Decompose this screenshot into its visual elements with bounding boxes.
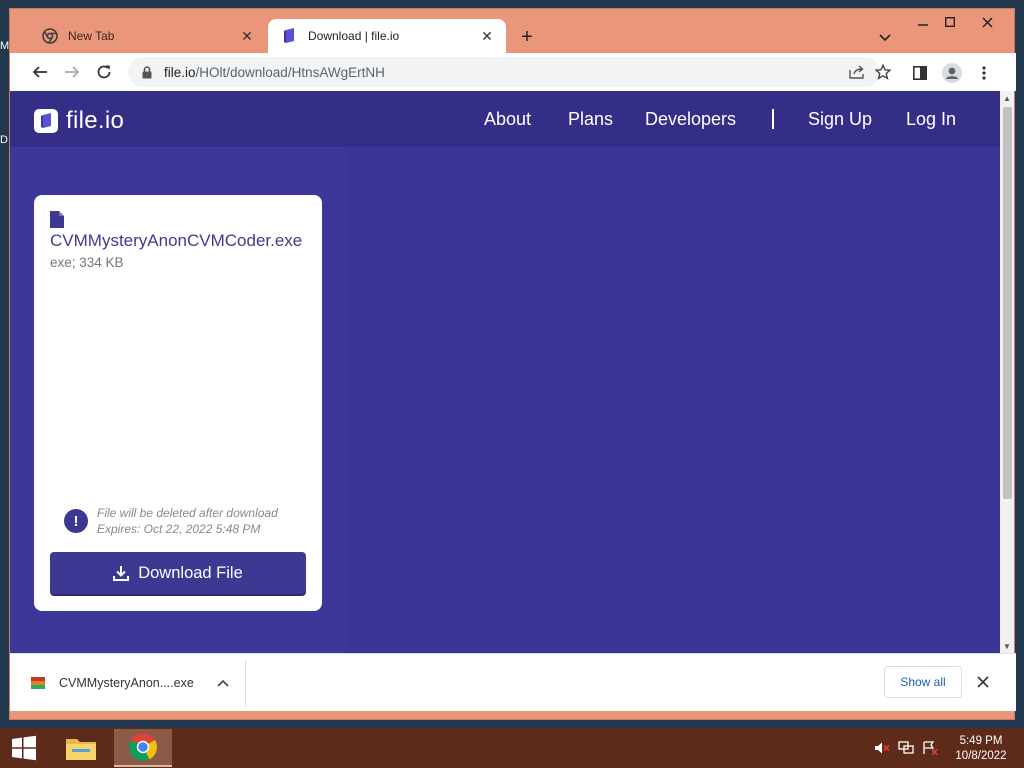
- url-host: file.io: [164, 64, 196, 80]
- exclamation-icon: !: [64, 509, 88, 533]
- forward-button[interactable]: [59, 59, 85, 85]
- nav-log-in[interactable]: Log In: [906, 109, 956, 130]
- clock-time: 5:49 PM: [959, 735, 1003, 747]
- close-icon[interactable]: ✕: [478, 27, 496, 45]
- folder-icon: [66, 739, 96, 760]
- tab-title: New Tab: [68, 29, 115, 43]
- volume-muted-icon[interactable]: [874, 740, 890, 756]
- url-path: /HOlt/download/HtnsAWgErtNH: [195, 64, 385, 80]
- share-icon[interactable]: [846, 61, 868, 83]
- exe-file-icon: [30, 675, 46, 691]
- page-viewport: file.io About Plans Developers Sign Up L…: [10, 91, 1000, 653]
- nav-developers-wrap: Developers: [645, 91, 736, 147]
- tab-title: Download | file.io: [308, 29, 400, 43]
- windows-logo-icon: [12, 735, 36, 761]
- clock-date: 10/8/2022: [955, 750, 1007, 762]
- notice-line-delete: File will be deleted after download: [97, 506, 278, 520]
- browser-window: New Tab ✕ Download | file.io ✕ + file.io…: [9, 8, 1016, 720]
- back-button[interactable]: [27, 59, 53, 85]
- more-menu-icon[interactable]: [972, 61, 996, 85]
- file-meta: exe; 334 KB: [50, 255, 124, 270]
- close-icon[interactable]: ✕: [238, 27, 256, 45]
- file-icon: [50, 211, 64, 228]
- url-text: file.io/HOlt/download/HtnsAWgErtNH: [164, 65, 385, 80]
- tab-search-chevron-icon[interactable]: [874, 27, 896, 49]
- nav-developers[interactable]: Developers: [645, 109, 736, 130]
- notice-text: File will be deleted after download Expi…: [97, 505, 278, 537]
- reload-button[interactable]: [91, 59, 117, 85]
- file-explorer-taskbar-button[interactable]: [52, 729, 110, 767]
- nav-log-in-wrap: Log In: [906, 91, 956, 147]
- nav-about-wrap: About: [484, 91, 531, 147]
- lock-icon[interactable]: [140, 65, 154, 79]
- file-io-favicon-icon: [282, 28, 298, 44]
- nav-sign-up[interactable]: Sign Up: [808, 109, 872, 130]
- file-card: CVMMysteryAnonCVMCoder.exe exe; 334 KB !…: [34, 195, 322, 611]
- nav-sign-up-wrap: Sign Up: [808, 91, 872, 147]
- action-center-flag-icon[interactable]: [922, 740, 938, 756]
- chrome-icon: [129, 733, 157, 761]
- nav-divider: [772, 109, 774, 129]
- network-icon[interactable]: [898, 740, 914, 756]
- desktop-edge-text: M: [0, 40, 10, 52]
- download-icon: [113, 565, 130, 581]
- expiry-notice: ! File will be deleted after download Ex…: [64, 505, 278, 537]
- chrome-taskbar-button[interactable]: [114, 729, 172, 767]
- tab-download-file-io[interactable]: Download | file.io ✕: [268, 19, 506, 53]
- scroll-down-arrow-icon[interactable]: ▼: [1003, 642, 1011, 651]
- chevron-up-icon[interactable]: [213, 673, 233, 693]
- site-header: file.io About Plans Developers Sign Up L…: [10, 91, 1000, 147]
- close-icon[interactable]: [972, 671, 994, 693]
- minimize-button[interactable]: [908, 11, 938, 33]
- scroll-thumb[interactable]: [1003, 107, 1012, 499]
- address-bar[interactable]: file.io/HOlt/download/HtnsAWgErtNH: [128, 57, 891, 87]
- file-name: CVMMysteryAnonCVMCoder.exe: [50, 231, 303, 250]
- browser-toolbar: file.io/HOlt/download/HtnsAWgErtNH: [10, 53, 1016, 91]
- notice-line-expires: Expires: Oct 22, 2022 5:48 PM: [97, 522, 261, 536]
- nav-plans[interactable]: Plans: [568, 109, 613, 130]
- side-panel-icon[interactable]: [908, 61, 932, 85]
- window-close-button[interactable]: [972, 11, 1002, 33]
- tab-strip: New Tab ✕ Download | file.io ✕ +: [10, 9, 1016, 55]
- scroll-up-arrow-icon[interactable]: ▲: [1003, 94, 1011, 103]
- show-all-button[interactable]: Show all: [884, 666, 962, 698]
- system-clock[interactable]: 5:49 PM 10/8/2022: [948, 734, 1014, 764]
- nav-about[interactable]: About: [484, 109, 531, 130]
- download-shelf-item[interactable]: CVMMysteryAnon....exe: [10, 660, 246, 706]
- download-file-button[interactable]: Download File: [50, 552, 306, 594]
- maximize-button[interactable]: [935, 11, 965, 33]
- desktop-edge-text: D: [0, 134, 8, 146]
- taskbar: 5:49 PM 10/8/2022: [0, 728, 1024, 768]
- file-io-logo-icon: [34, 109, 58, 133]
- tab-new-tab[interactable]: New Tab ✕: [28, 19, 266, 53]
- download-shelf: CVMMysteryAnon....exe Show all: [10, 653, 1016, 711]
- start-button[interactable]: [0, 728, 48, 768]
- profile-avatar-icon[interactable]: [940, 61, 964, 85]
- new-tab-button[interactable]: +: [515, 25, 539, 49]
- download-button-label: Download File: [138, 563, 243, 582]
- logo-text: file.io: [66, 107, 125, 134]
- bookmark-star-icon[interactable]: [872, 61, 894, 83]
- page-scrollbar[interactable]: ▲ ▼: [1000, 91, 1014, 653]
- site-logo[interactable]: file.io: [34, 107, 124, 135]
- download-item-name: CVMMysteryAnon....exe: [59, 676, 194, 690]
- page-background-panel: [348, 147, 1000, 653]
- nav-plans-wrap: Plans: [568, 91, 613, 147]
- chrome-icon: [42, 28, 58, 44]
